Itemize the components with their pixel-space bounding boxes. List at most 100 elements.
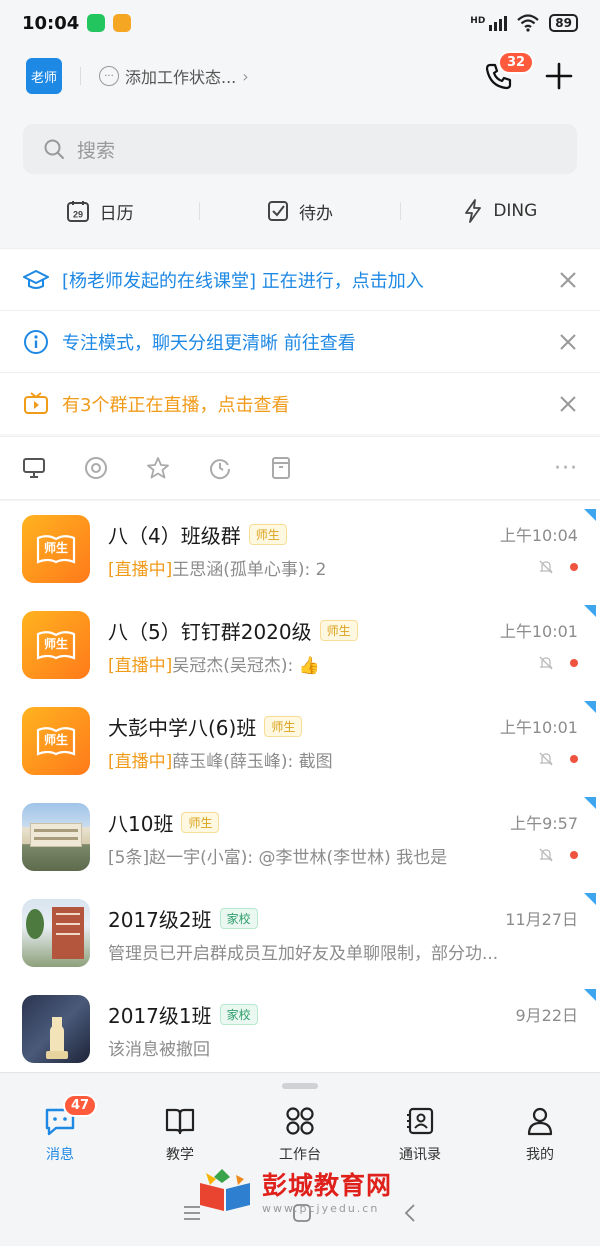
chat-name: 八10班 — [108, 811, 174, 836]
group-avatar-photo — [22, 803, 90, 871]
book-open-icon — [165, 1108, 195, 1134]
work-status-label: 添加工作状态... — [125, 68, 237, 87]
watermark-url: www.pcjyedu.cn — [262, 1202, 380, 1215]
pinned-marker — [584, 605, 596, 617]
nav-messages[interactable]: 47 消息 — [0, 1073, 120, 1180]
notice-text: [杨老师发起的在线课堂] 正在进行，点击加入 — [62, 270, 424, 292]
notice-online-class[interactable]: [杨老师发起的在线课堂] 正在进行，点击加入 — [0, 248, 600, 310]
unread-dot — [570, 659, 578, 667]
list-item[interactable]: 师生 八（5）钉钉群2020级 师生 上午10:01 [直播中] 吴冠杰(吴冠杰… — [0, 597, 600, 693]
chat-time: 上午10:01 — [499, 622, 578, 641]
bottom-nav: 47 消息 教学 工作台 通讯录 我的 — [0, 1072, 600, 1180]
notes-app-icon — [113, 14, 132, 32]
pinned-marker — [584, 989, 596, 1001]
avatar[interactable]: 老师 — [26, 58, 62, 94]
mute-bell-icon — [539, 848, 553, 862]
calendar-label: 日历 — [99, 203, 134, 224]
chat-time: 上午10:04 — [499, 526, 578, 545]
drag-handle[interactable] — [282, 1083, 318, 1089]
pinned-marker — [584, 509, 596, 521]
chat-name: 2017级1班 — [108, 1003, 212, 1028]
calendar-icon: 29 — [66, 201, 89, 222]
nav-teaching[interactable]: 教学 — [120, 1073, 240, 1180]
nav-label: 教学 — [166, 1146, 194, 1163]
chat-tag: 家校 — [219, 1003, 258, 1025]
nav-workbench[interactable]: 工作台 — [240, 1073, 360, 1180]
search-input[interactable]: 搜索 — [23, 124, 577, 174]
chat-preview: 该消息被撤回 — [108, 1039, 210, 1060]
nav-label: 我的 — [526, 1146, 554, 1163]
desktop-icon[interactable] — [22, 457, 46, 479]
battery-indicator: 89 — [549, 14, 578, 32]
search-placeholder: 搜索 — [77, 139, 116, 162]
nav-me[interactable]: 我的 — [480, 1073, 600, 1180]
todo-label: 待办 — [298, 203, 333, 224]
call-button[interactable]: 32 — [484, 51, 535, 91]
chat-tag: 师生 — [319, 619, 358, 641]
chat-filter-bar: ··· — [0, 436, 600, 500]
add-icon[interactable] — [544, 61, 574, 91]
calendar-tab[interactable]: 29 日历 — [0, 199, 199, 224]
mute-bell-icon — [539, 560, 553, 574]
chat-name: 大彭中学八(6)班 — [108, 715, 257, 740]
todo-tab[interactable]: 待办 — [200, 199, 399, 224]
chat-tag: 师生 — [181, 811, 220, 833]
checkbox-icon — [267, 201, 288, 221]
wifi-icon — [517, 14, 540, 32]
unread-dot — [570, 755, 578, 763]
nav-contacts[interactable]: 通讯录 — [360, 1073, 480, 1180]
graduation-cap-icon — [22, 266, 50, 294]
live-label: [直播中] — [108, 559, 173, 580]
chat-list: 师生 八（4）班级群 师生 上午10:04 [直播中] 王思涵(孤单心事): 2 — [0, 501, 600, 1077]
list-item[interactable]: 师生 八（4）班级群 师生 上午10:04 [直播中] 王思涵(孤单心事): 2 — [0, 501, 600, 597]
close-icon[interactable] — [558, 394, 578, 414]
pinned-marker — [584, 797, 596, 809]
notice-text: 有3个群正在直播，点击查看 — [62, 394, 290, 416]
mute-bell-icon — [539, 656, 553, 670]
ding-tab[interactable]: DING — [401, 199, 600, 223]
nav-label: 消息 — [46, 1146, 74, 1163]
watermark-title: 彭城教育网 — [262, 1171, 393, 1200]
notice-live-groups[interactable]: 有3个群正在直播，点击查看 — [0, 372, 600, 434]
chat-tag: 师生 — [264, 715, 303, 737]
live-label: [直播中] — [108, 751, 173, 772]
close-icon[interactable] — [558, 332, 578, 352]
chat-time: 上午9:57 — [510, 814, 578, 833]
mention-icon[interactable] — [84, 456, 108, 480]
chat-preview: 吴冠杰(吴冠杰): 👍 — [172, 655, 320, 676]
nav-label: 通讯录 — [399, 1146, 441, 1163]
notice-focus-mode[interactable]: 专注模式，聊天分组更清晰 前往查看 — [0, 310, 600, 372]
messages-badge: 47 — [63, 1093, 98, 1117]
watermark: 彭城教育网 www.pcjyedu.cn — [196, 1166, 392, 1215]
chat-name: 2017级2班 — [108, 907, 212, 932]
list-item[interactable]: 2017级1班 家校 9月22日 该消息被撤回 — [0, 981, 600, 1077]
list-item[interactable]: 2017级2班 家校 11月27日 管理员已开启群成员互加好友及单聊限制，部分功… — [0, 885, 600, 981]
book-icon: 师生 — [36, 534, 76, 564]
status-bar: 10:04 HD 89 — [0, 0, 600, 46]
star-icon[interactable] — [146, 456, 170, 480]
chat-time: 11月27日 — [505, 910, 578, 929]
nav-label: 工作台 — [279, 1146, 321, 1163]
work-status-button[interactable]: ··· 添加工作状态... › — [99, 64, 249, 88]
group-avatar: 师生 — [22, 611, 90, 679]
chat-preview: 薛玉峰(薛玉峰): 截图 — [172, 751, 333, 772]
chat-preview: 管理员已开启群成员互加好友及单聊限制，部分功... — [108, 943, 499, 964]
list-item[interactable]: 师生 大彭中学八(6)班 师生 上午10:01 [直播中] 薛玉峰(薛玉峰): … — [0, 693, 600, 789]
archive-icon[interactable] — [270, 456, 292, 480]
chat-name: 八（4）班级群 — [108, 523, 241, 548]
unread-dot — [570, 563, 578, 571]
group-avatar: 师生 — [22, 707, 90, 775]
chat-time: 上午10:01 — [499, 718, 578, 737]
ding-label: DING — [493, 201, 538, 221]
close-icon[interactable] — [558, 270, 578, 290]
list-item[interactable]: 八10班 师生 上午9:57 [5条]赵一宇(小富): @李世林(李世林) 我也… — [0, 789, 600, 885]
quick-tabs: 29 日历 待办 DING — [0, 186, 600, 236]
grid-icon — [286, 1106, 314, 1135]
clock-icon[interactable] — [208, 456, 232, 480]
unread-dot — [570, 851, 578, 859]
chat-preview: [5条]赵一宇(小富): @李世林(李世林) 我也是 — [108, 847, 448, 868]
tv-icon — [22, 390, 50, 418]
chat-bubble-icon: ··· — [99, 66, 119, 86]
more-icon[interactable]: ··· — [554, 456, 578, 481]
back-icon[interactable] — [402, 1203, 418, 1223]
